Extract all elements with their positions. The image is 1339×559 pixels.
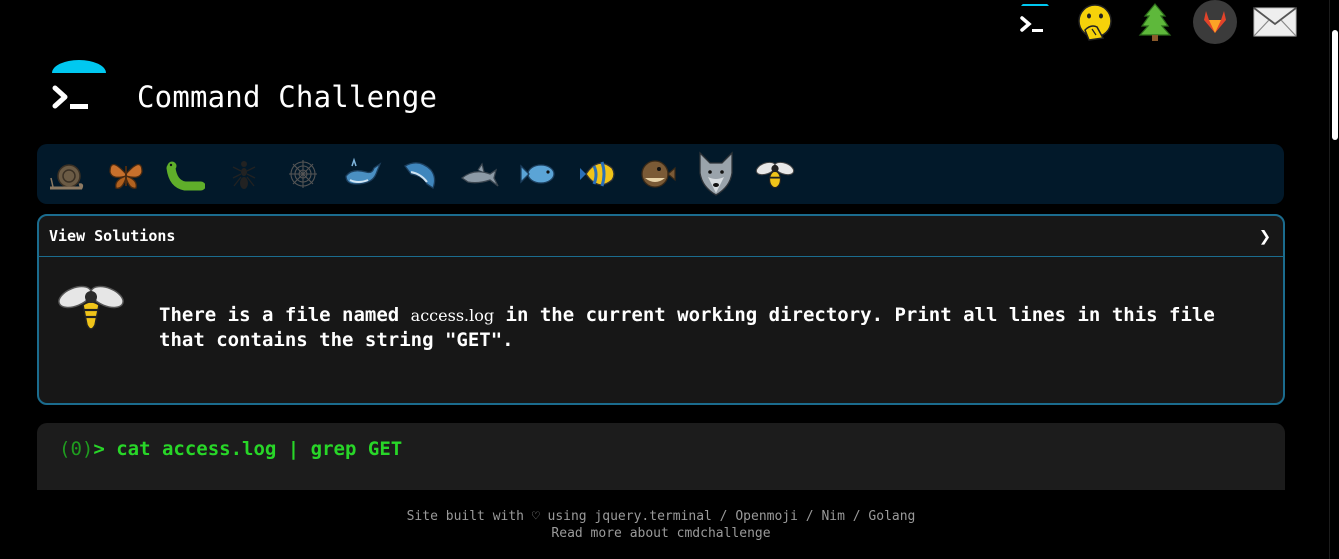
challenge-tropical-fish[interactable]: [578, 151, 618, 197]
footer-sep-3: /: [844, 509, 869, 524]
footer: Site built with ♡ using jquery.terminal …: [0, 508, 1322, 542]
chevron-right-icon: ❯: [1258, 224, 1271, 248]
view-solutions-toggle[interactable]: View Solutions ❯: [39, 216, 1283, 257]
openmoji-link[interactable]: Openmoji: [735, 509, 798, 524]
challenge-wolf[interactable]: [696, 151, 736, 197]
whale-icon: [345, 157, 382, 185]
challenge-caterpillar[interactable]: [165, 151, 205, 197]
top-nav: [1012, 0, 1298, 44]
description-text-1: There is a file named: [159, 304, 411, 326]
description-filename: access.log: [410, 306, 495, 325]
golang-link[interactable]: Golang: [868, 509, 915, 524]
nim-link[interactable]: Nim: [821, 509, 844, 524]
challenge-bar: [37, 144, 1284, 204]
challenge-description: There is a file named access.log in the …: [159, 303, 1239, 353]
footer-sep-2: /: [797, 509, 822, 524]
terminal-icon: [1020, 4, 1049, 32]
challenge-whale[interactable]: [342, 151, 382, 197]
wolf-icon: [699, 151, 733, 196]
scrollbar-thumb[interactable]: [1332, 30, 1338, 140]
terminal-command-input[interactable]: cat access.log | grep GET: [116, 438, 402, 460]
blowfish-icon: [641, 160, 676, 188]
challenge-blowfish[interactable]: [637, 151, 677, 197]
read-more-link[interactable]: Read more about cmdchallenge: [551, 526, 770, 541]
tree-icon: [1138, 3, 1172, 41]
footer-built-with: Site built with ♡ using: [406, 509, 595, 524]
site-title: Command Challenge: [137, 80, 438, 114]
tree-emoji-link[interactable]: [1132, 0, 1178, 44]
mail-link[interactable]: [1252, 0, 1298, 44]
footer-line-1: Site built with ♡ using jquery.terminal …: [0, 508, 1322, 525]
page-scrollbar[interactable]: [1329, 0, 1339, 559]
tropical-fish-icon: [580, 161, 615, 187]
challenge-body: There is a file named access.log in the …: [39, 257, 1283, 403]
butterfly-icon: [109, 163, 143, 189]
terminal-logo-link[interactable]: [1012, 0, 1058, 44]
gitlab-icon: [1193, 0, 1237, 44]
gitlab-link[interactable]: [1192, 0, 1238, 44]
site-logo[interactable]: [48, 60, 110, 118]
challenge-ant[interactable]: [224, 151, 264, 197]
bee-icon: [755, 161, 795, 189]
footer-sep-1: /: [711, 509, 736, 524]
ant-icon: [232, 161, 256, 189]
fish-icon: [520, 164, 555, 184]
snail-icon: [50, 164, 84, 190]
spider-web-icon: [289, 160, 317, 188]
challenge-panel: View Solutions ❯ There is a file named a…: [37, 214, 1285, 405]
prompt-counter: (0): [59, 438, 94, 460]
challenge-dolphin[interactable]: [460, 151, 500, 197]
challenge-butterfly[interactable]: [106, 151, 146, 197]
mail-icon: [1253, 7, 1297, 37]
hand-over-mouth-emoji-link[interactable]: [1072, 0, 1118, 44]
challenge-snail[interactable]: [47, 151, 87, 197]
caterpillar-icon: [166, 161, 205, 191]
challenge-spider-web[interactable]: [283, 151, 323, 197]
terminal-logo-icon: [52, 60, 106, 109]
challenge-spouting-whale[interactable]: [401, 151, 441, 197]
dolphin-icon: [460, 162, 499, 187]
spouting-whale-icon: [404, 162, 436, 189]
terminal[interactable]: (0)> cat access.log | grep GET: [37, 423, 1285, 490]
prompt-arrow: >: [93, 438, 117, 460]
page: Command Challenge View Solutions ❯ There…: [0, 0, 1339, 559]
challenge-bee[interactable]: [755, 151, 795, 197]
view-solutions-label: View Solutions: [49, 227, 176, 245]
hand-over-mouth-icon: [1078, 4, 1112, 41]
jquery-terminal-link[interactable]: jquery.terminal: [594, 509, 711, 524]
current-challenge-bee-icon: [55, 279, 127, 337]
challenge-fish[interactable]: [519, 151, 559, 197]
